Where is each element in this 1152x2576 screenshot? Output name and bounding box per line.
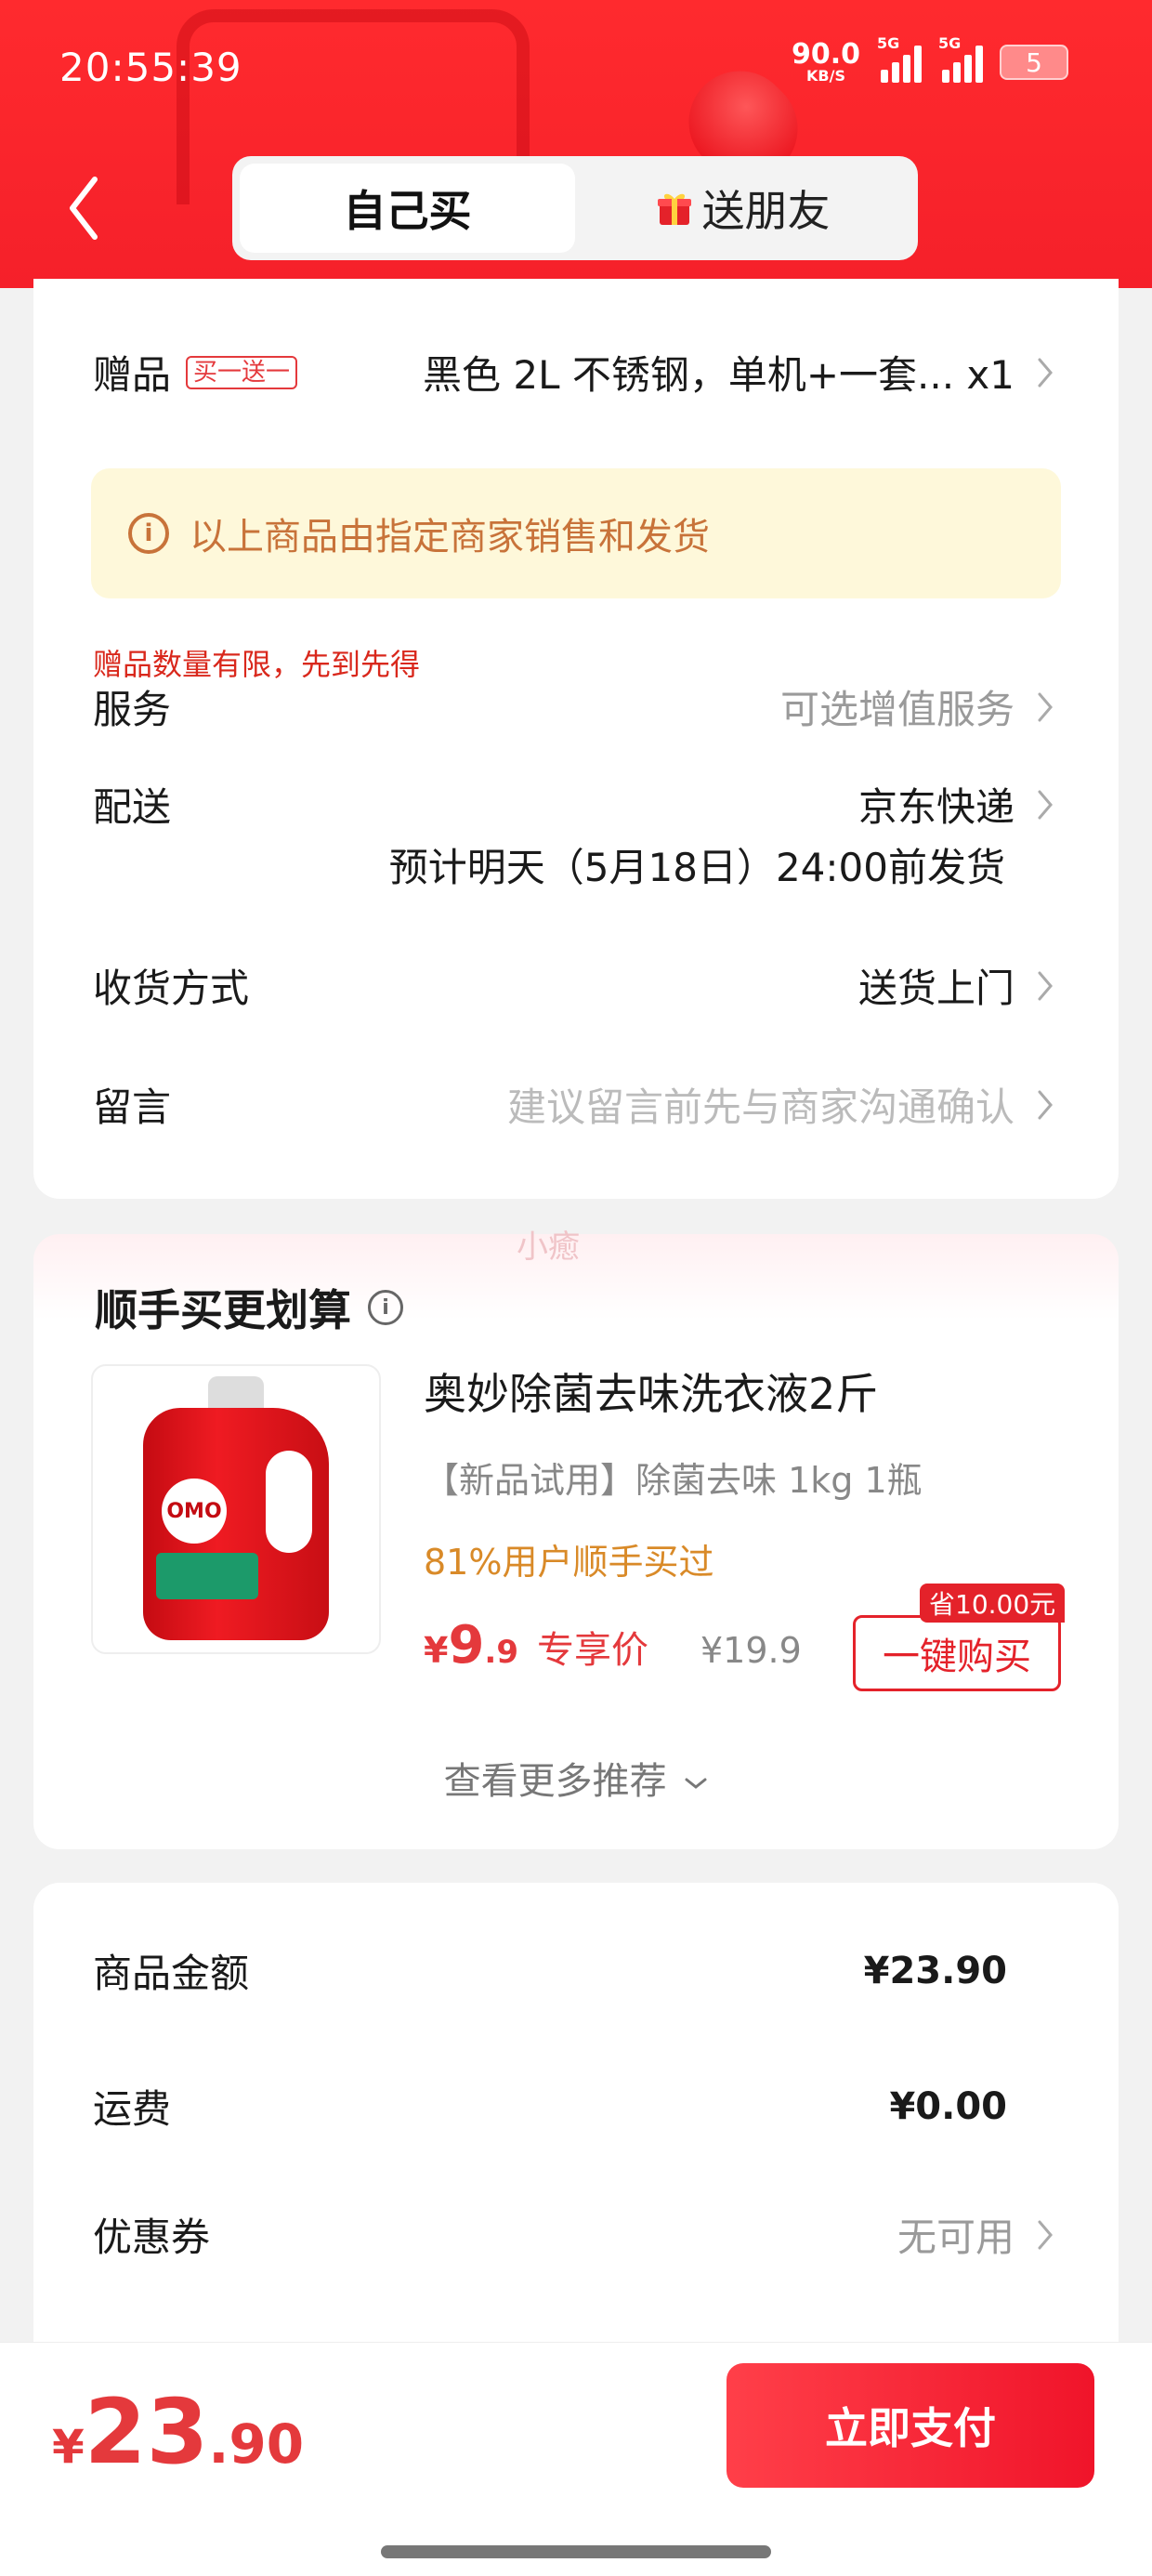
coupon-value: 无可用 xyxy=(897,2215,1015,2260)
gift-row[interactable]: 赠品 买一送一 黑色 2L 不锈钢，单机+一套... x1 xyxy=(93,344,1055,401)
status-icons: 90.0 KB/S 5G 5G 5 xyxy=(791,34,1068,85)
seller-notice: i 以上商品由指定商家销售和发货 xyxy=(91,468,1061,598)
goods-amount-row: 商品金额 ¥23.90 xyxy=(93,1949,1007,1997)
message-label: 留言 xyxy=(93,1084,172,1130)
watermark: 小癒 xyxy=(517,1229,580,1266)
receive-method-label: 收货方式 xyxy=(93,966,250,1011)
product-price: ¥ 9 .9 专享价 ¥19.9 xyxy=(424,1615,802,1676)
signal-icon: 5G xyxy=(877,34,922,83)
status-time: 20:55:39 xyxy=(59,45,242,90)
chevron-left-icon xyxy=(70,177,98,240)
service-row[interactable]: 服务 可选增值服务 xyxy=(93,678,1055,735)
buy-one-get-one-badge: 买一送一 xyxy=(186,355,298,389)
coupon-row[interactable]: 优惠券 无可用 xyxy=(93,2206,1055,2263)
chevron-right-icon xyxy=(1035,1086,1055,1124)
message-row[interactable]: 留言 建议留言前先与商家沟通确认 xyxy=(93,1076,1055,1133)
chevron-right-icon xyxy=(1035,689,1055,726)
gift-icon xyxy=(657,193,691,225)
notice-text: 以上商品由指定商家销售和发货 xyxy=(190,516,710,559)
see-more-recommendations[interactable]: 查看更多推荐 xyxy=(33,1751,1119,1805)
service-value: 可选增值服务 xyxy=(779,687,1015,732)
info-icon: i xyxy=(128,513,169,554)
service-label: 服务 xyxy=(93,687,172,732)
goods-amount-value: ¥23.90 xyxy=(863,1949,1007,1992)
battery-icon: 5 xyxy=(1000,45,1068,80)
purchase-mode-tabs: 自己买 送朋友 xyxy=(232,156,918,260)
shipping-fee-value: ¥0.00 xyxy=(889,2084,1007,2128)
delivery-value: 京东快递 xyxy=(857,784,1015,830)
one-click-buy-button[interactable]: 一键购买 xyxy=(853,1615,1061,1691)
shipping-fee-row: 运费 ¥0.00 xyxy=(93,2084,1007,2133)
delivery-row[interactable]: 配送 京东快递 xyxy=(93,776,1055,833)
checkout-bar: ¥ 23 .90 立即支付 xyxy=(0,2342,1152,2576)
product-name[interactable]: 奥妙除菌去味洗衣液2斤 xyxy=(424,1360,878,1422)
tab-send-friend[interactable]: 送朋友 xyxy=(575,164,910,253)
delivery-estimate: 预计明天（5月18日）24:00前发货 xyxy=(388,845,1005,890)
header: 20:55:39 90.0 KB/S 5G 5G 5 自己买 送朋友 xyxy=(0,0,1152,288)
gift-label: 赠品 xyxy=(93,352,172,398)
product-logo: OMO xyxy=(162,1479,227,1544)
chevron-right-icon xyxy=(1035,786,1055,823)
chevron-right-icon xyxy=(1035,354,1055,391)
delivery-label: 配送 xyxy=(93,784,172,830)
gift-value: 黑色 2L 不锈钢，单机+一套... x1 xyxy=(423,352,1015,398)
chevron-right-icon xyxy=(1035,967,1055,1005)
message-input[interactable]: 建议留言前先与商家沟通确认 xyxy=(507,1076,1015,1133)
addon-title: 顺手买更划算 i xyxy=(95,1277,403,1338)
back-button[interactable] xyxy=(63,173,104,243)
tab-buy-self[interactable]: 自己买 xyxy=(240,164,575,253)
price-summary-card: 商品金额 ¥23.90 运费 ¥0.00 优惠券 无可用 xyxy=(33,1883,1119,2366)
product-popularity: 81%用户顺手买过 xyxy=(424,1542,714,1583)
product-image[interactable]: OMO xyxy=(91,1364,381,1654)
addon-recommend-card: 小癒 顺手买更划算 i OMO 奥妙除菌去味洗衣液2斤 【新品试用】除菌去味 1… xyxy=(33,1229,1119,1849)
order-details-card: 赠品 买一送一 黑色 2L 不锈钢，单机+一套... x1 i 以上商品由指定商… xyxy=(33,279,1119,1199)
exclusive-price-label: 专享价 xyxy=(537,1629,648,1672)
savings-badge: 省10.00元 xyxy=(920,1584,1066,1623)
original-price: ¥19.9 xyxy=(700,1630,802,1671)
detergent-bottle-image: OMO xyxy=(143,1376,329,1642)
signal-icon: 5G xyxy=(938,34,983,83)
chevron-down-icon xyxy=(685,1778,707,1789)
network-speed: 90.0 KB/S xyxy=(791,38,860,85)
receive-method-row[interactable]: 收货方式 送货上门 xyxy=(93,957,1055,1014)
product-spec: 【新品试用】除菌去味 1kg 1瓶 xyxy=(424,1460,923,1501)
home-indicator[interactable] xyxy=(381,2545,771,2558)
info-icon[interactable]: i xyxy=(368,1290,403,1325)
chevron-right-icon xyxy=(1035,2216,1055,2254)
receive-method-value: 送货上门 xyxy=(857,966,1015,1011)
total-price: ¥ 23 .90 xyxy=(52,2380,305,2484)
pay-now-button[interactable]: 立即支付 xyxy=(727,2363,1094,2488)
